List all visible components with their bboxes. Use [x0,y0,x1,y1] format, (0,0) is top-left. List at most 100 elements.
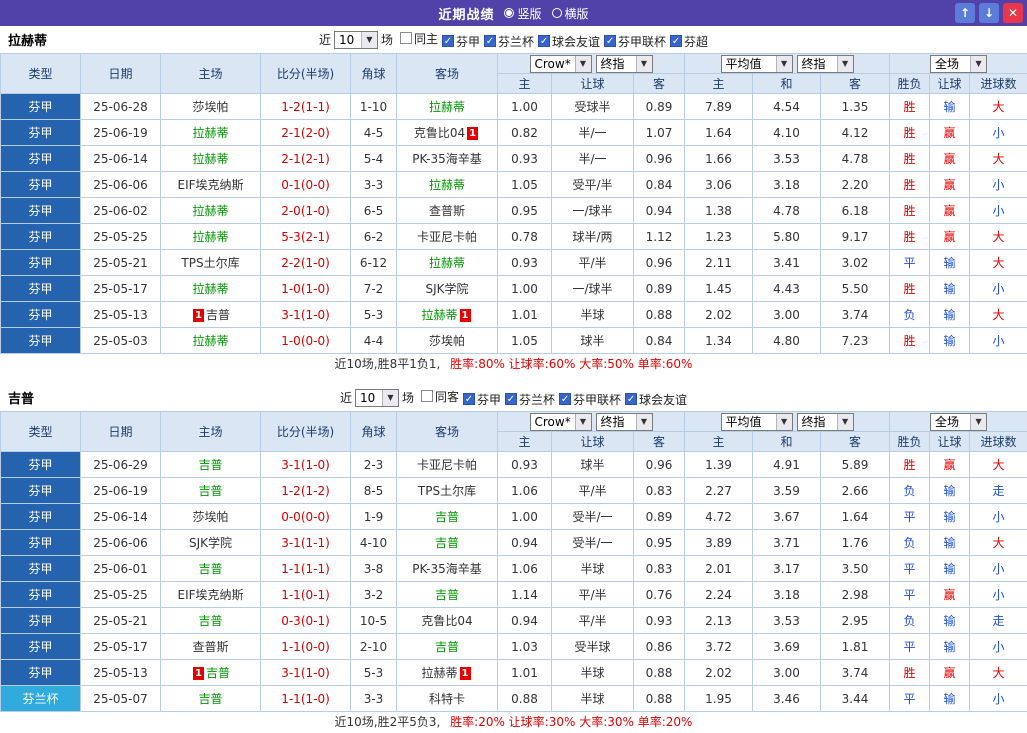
filter-item[interactable]: ✓芬甲 [442,33,480,50]
final-odds-value: 终指 [601,55,628,72]
close-button[interactable]: ✕ [1003,3,1023,23]
filter-item[interactable]: ✓芬甲联杯 [604,33,666,50]
corner-cell: 4-4 [351,328,397,354]
date-cell: 25-06-14 [81,146,161,172]
home-team-cell: SJK学院 [161,530,261,556]
result-outcome-cell: 胜 [890,172,930,198]
checkbox-checked-icon[interactable]: ✓ [484,35,496,47]
odds-handicap-cell: 平/半 [552,478,634,504]
checkbox-checked-icon[interactable]: ✓ [463,393,475,405]
league-cell: 芬甲 [1,146,81,172]
filter-item[interactable]: ✓芬兰杯 [505,391,555,408]
odds-handicap-cell: 受半球 [552,634,634,660]
filter-item[interactable]: ✓芬超 [670,33,708,50]
scroll-up-button[interactable]: ↑ [955,3,975,23]
col-header-odds-home: 主 [498,74,552,94]
home-team-name: 拉赫蒂 [192,282,228,296]
average-select[interactable]: 平均值▼ [721,55,793,73]
match-count-select[interactable]: 10 ▼ [334,31,378,49]
final-odds-select-2[interactable]: 终指▼ [797,413,854,431]
radio-vertical-layout[interactable]: 竖版 [504,5,541,22]
match-row: 芬甲25-05-25拉赫蒂5-3(2-1)6-2卡亚尼卡帕0.78球半/两1.1… [1,224,1027,250]
checkbox-unchecked-icon[interactable] [400,32,412,44]
fulltime-select[interactable]: 全场▼ [930,413,987,431]
avg-away-cell: 4.78 [821,146,890,172]
result-goals-cell: 小 [970,198,1027,224]
match-row: 芬甲25-06-14莎埃帕0-0(0-0)1-9吉普1.00受半/一0.894.… [1,504,1027,530]
filter-item[interactable]: 同客 [421,388,459,405]
avg-draw-cell: 4.54 [753,94,821,120]
odds-home-cell: 0.94 [498,608,552,634]
odds-away-cell: 0.83 [634,556,685,582]
matches-tbody: 芬甲25-06-29吉普3-1(1-0)2-3卡亚尼卡帕0.93球半0.961.… [1,452,1027,712]
match-row: 芬甲25-06-19吉普1-2(1-2)8-5TPS土尔库1.06平/半0.83… [1,478,1027,504]
average-odds-header: 平均值▼ 终指▼ [685,412,890,432]
radio-horizontal-layout[interactable]: 横版 [552,5,589,22]
corner-cell: 6-5 [351,198,397,224]
result-handicap-cell: 赢 [930,146,970,172]
bookmaker-select[interactable]: Crow*▼ [530,413,592,431]
score-cell: 1-1(0-0) [261,634,351,660]
match-row: 芬兰杯25-05-07吉普1-1(1-0)3-3科特卡0.88半球0.881.9… [1,686,1027,712]
checkbox-checked-icon[interactable]: ✓ [625,393,637,405]
section-header-bar: 吉普 近 10 ▼ 场 同客✓芬甲✓芬兰杯✓芬甲联杯✓球会友谊 [0,384,1027,411]
away-team-name: 拉赫蒂 [421,308,457,322]
result-handicap-cell: 输 [930,94,970,120]
chevron-down-icon: ▼ [636,56,652,72]
final-odds-select[interactable]: 终指▼ [596,413,653,431]
score-cell: 3-1(1-0) [261,302,351,328]
checkbox-checked-icon[interactable]: ✓ [670,35,682,47]
avg-home-cell: 2.13 [685,608,753,634]
match-count-select[interactable]: 10 ▼ [355,389,399,407]
red-card-badge: 1 [193,309,204,322]
filter-item[interactable]: 同主 [400,30,438,47]
filter-item[interactable]: ✓球会友谊 [625,391,687,408]
final-odds-select[interactable]: 终指 ▼ [596,55,653,73]
away-team-cell: 拉赫蒂1 [397,660,498,686]
away-team-name: 卡亚尼卡帕 [417,230,477,244]
checkbox-checked-icon[interactable]: ✓ [559,393,571,405]
col-header-home: 主场 [161,412,261,452]
checkbox-checked-icon[interactable]: ✓ [538,35,550,47]
corner-cell: 8-5 [351,478,397,504]
checkbox-checked-icon[interactable]: ✓ [505,393,517,405]
home-team-name: 吉普 [198,562,222,576]
filter-item[interactable]: ✓芬兰杯 [484,33,534,50]
filter-item[interactable]: ✓芬甲 [463,391,501,408]
result-goals-cell: 大 [970,250,1027,276]
away-team-cell: 卡亚尼卡帕 [397,224,498,250]
filter-item[interactable]: ✓芬甲联杯 [559,391,621,408]
date-cell: 25-06-01 [81,556,161,582]
odds-away-cell: 0.88 [634,686,685,712]
avg-home-cell: 2.02 [685,660,753,686]
avg-home-cell: 1.66 [685,146,753,172]
result-outcome-cell: 胜 [890,660,930,686]
scroll-down-button[interactable]: ↓ [979,3,999,23]
score-cell: 3-1(1-0) [261,660,351,686]
odds-handicap-cell: 半球 [552,686,634,712]
odds-home-cell: 1.00 [498,276,552,302]
checkbox-checked-icon[interactable]: ✓ [604,35,616,47]
odds-away-cell: 0.89 [634,276,685,302]
team-name: 吉普 [8,388,34,407]
away-team-name: PK-35海辛基 [412,562,481,576]
result-outcome-cell: 平 [890,556,930,582]
avg-draw-cell: 5.80 [753,224,821,250]
near-label: 近 [340,389,352,406]
avg-draw-cell: 3.41 [753,250,821,276]
filter-item[interactable]: ✓球会友谊 [538,33,600,50]
fulltime-select[interactable]: 全场▼ [930,55,987,73]
odds-home-cell: 1.05 [498,328,552,354]
avg-home-cell: 1.45 [685,276,753,302]
chevron-down-icon: ▼ [837,56,853,72]
match-row: 芬甲25-05-17拉赫蒂1-0(1-0)7-2SJK学院1.00一/球半0.8… [1,276,1027,302]
odds-handicap-cell: 半球 [552,556,634,582]
home-team-cell: 吉普 [161,452,261,478]
checkbox-checked-icon[interactable]: ✓ [442,35,454,47]
col-header-result-outcome: 胜负 [890,432,930,452]
average-select[interactable]: 平均值▼ [721,413,793,431]
filter-label: 球会友谊 [552,33,600,50]
final-odds-select-2[interactable]: 终指▼ [797,55,854,73]
bookmaker-select[interactable]: Crow*▼ [530,55,592,73]
checkbox-unchecked-icon[interactable] [421,390,433,402]
